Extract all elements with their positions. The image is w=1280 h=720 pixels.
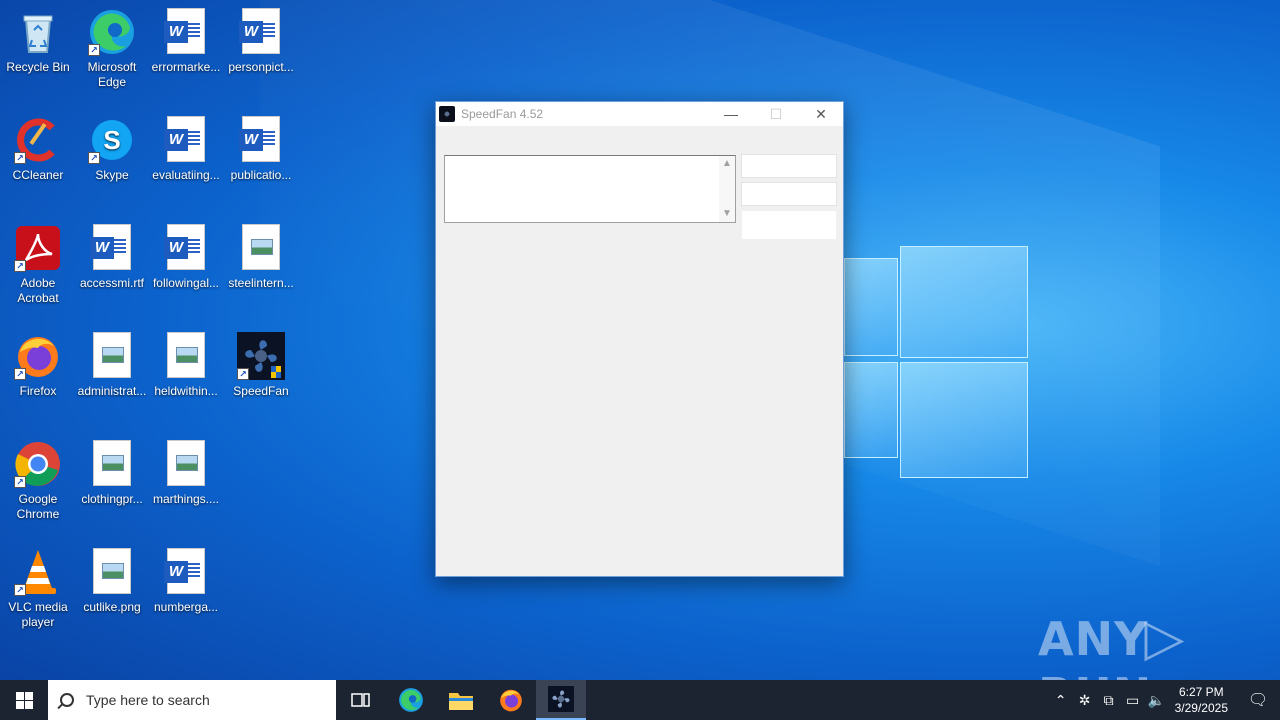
ccleaner-icon: ↗ (14, 116, 62, 164)
shortcut-arrow-icon: ↗ (14, 368, 26, 380)
clock-date: 3/29/2025 (1174, 701, 1228, 715)
image-file-icon (162, 440, 210, 488)
taskbar: Type here to search ⌃ ✲ ⧉ ▭ 🔈 6:27 PM 3/… (0, 680, 1280, 720)
svg-text:S: S (103, 125, 120, 155)
word-document-icon: W (237, 116, 285, 164)
desktop-icon-publicatio[interactable]: W publicatio... (223, 116, 299, 183)
firefox-icon (500, 689, 522, 712)
shortcut-arrow-icon: ↗ (14, 476, 26, 488)
skype-icon: S ↗ (88, 116, 136, 164)
image-file-icon (162, 332, 210, 380)
maximize-button[interactable]: ☐ (753, 102, 799, 126)
desktop-icon-speedfan[interactable]: ↗ SpeedFan (223, 332, 299, 399)
desktop-icon-accessmi[interactable]: W accessmi.rtf (74, 224, 150, 291)
side-button-1[interactable] (741, 154, 837, 178)
shortcut-arrow-icon: ↗ (237, 368, 249, 380)
desktop-icon-followingal[interactable]: W followingal... (148, 224, 224, 291)
speedfan-window[interactable]: SpeedFan 4.52 — ☐ ✕ ▲ ▼ (435, 101, 844, 577)
volume-icon[interactable]: 🔈 (1145, 692, 1169, 709)
desktop-icon-cutlike[interactable]: cutlike.png (74, 548, 150, 615)
task-view-icon (351, 693, 370, 707)
desktop-icon-steelintern[interactable]: steelintern... (223, 224, 299, 291)
taskbar-edge[interactable] (386, 680, 436, 720)
desktop-icon-evaluatiing[interactable]: W evaluatiing... (148, 116, 224, 183)
log-textarea[interactable]: ▲ ▼ (444, 155, 736, 223)
chevron-up-icon[interactable]: ⌃ (1049, 692, 1073, 709)
scroll-down-icon[interactable]: ▼ (719, 206, 735, 222)
image-file-icon (237, 224, 285, 272)
search-icon (60, 693, 74, 707)
desktop-icon-edge[interactable]: ↗ Microsoft Edge (74, 8, 150, 90)
word-document-icon: W (88, 224, 136, 272)
chrome-icon: ↗ (14, 440, 62, 488)
speedfan-tray-icon[interactable]: ✲ (1073, 692, 1097, 709)
desktop-icon-firefox[interactable]: ↗ Firefox (0, 332, 76, 399)
recycle-bin-icon (14, 8, 62, 56)
image-file-icon (88, 440, 136, 488)
network-icon[interactable]: ▭ (1121, 692, 1145, 709)
word-document-icon: W (162, 548, 210, 596)
word-document-icon: W (237, 8, 285, 56)
edge-icon (399, 688, 423, 712)
edge-icon: ↗ (88, 8, 136, 56)
taskbar-speedfan[interactable] (536, 680, 586, 720)
desktop-icon-vlc[interactable]: ↗ VLC media player (0, 548, 76, 630)
shortcut-arrow-icon: ↗ (14, 260, 26, 272)
firefox-icon: ↗ (14, 332, 62, 380)
desktop-icon-marthings[interactable]: marthings.... (148, 440, 224, 507)
start-button[interactable] (0, 680, 48, 720)
shortcut-arrow-icon: ↗ (88, 44, 100, 56)
desktop-icon-chrome[interactable]: ↗ Google Chrome (0, 440, 76, 522)
desktop-icon-administrat[interactable]: administrat... (74, 332, 150, 399)
acrobat-icon: ↗ (14, 224, 62, 272)
textarea-scrollbar[interactable]: ▲ ▼ (719, 156, 735, 222)
speedfan-icon (548, 686, 574, 712)
task-view-button[interactable] (336, 680, 386, 720)
desktop-icon-skype[interactable]: S ↗ Skype (74, 116, 150, 183)
taskbar-search-box[interactable]: Type here to search (48, 680, 336, 720)
windows-logo-wallpaper (838, 238, 1038, 488)
image-file-icon (88, 548, 136, 596)
desktop-icon-heldwithin[interactable]: heldwithin... (148, 332, 224, 399)
notification-center-icon[interactable]: 🗨 (1236, 680, 1280, 720)
desktop-icon-ccleaner[interactable]: ↗ CCleaner (0, 116, 76, 183)
window-titlebar[interactable]: SpeedFan 4.52 — ☐ ✕ (436, 102, 843, 126)
windows-start-icon (15, 691, 33, 709)
close-button[interactable]: ✕ (798, 102, 844, 126)
word-document-icon: W (162, 8, 210, 56)
shortcut-arrow-icon: ↗ (14, 152, 26, 164)
desktop-icon-clothingpr[interactable]: clothingpr... (74, 440, 150, 507)
speedfan-app-icon (439, 106, 455, 122)
side-button-2[interactable] (741, 182, 837, 206)
system-tray: ⌃ ✲ ⧉ ▭ 🔈 6:27 PM 3/29/2025 🗨 (1049, 680, 1280, 720)
device-icon[interactable]: ⧉ (1097, 692, 1121, 709)
speedfan-icon: ↗ (237, 332, 285, 380)
minimize-button[interactable]: — (708, 102, 754, 126)
scroll-up-icon[interactable]: ▲ (719, 156, 735, 172)
word-document-icon: W (162, 116, 210, 164)
desktop-icon-adobe-acrobat[interactable]: ↗ Adobe Acrobat (0, 224, 76, 306)
clock-time: 6:27 PM (1178, 685, 1224, 699)
window-title: SpeedFan 4.52 (461, 107, 544, 121)
taskbar-firefox[interactable] (486, 680, 536, 720)
desktop-icon-personpict[interactable]: W personpict... (223, 8, 299, 75)
folder-icon (449, 693, 473, 710)
desktop-icon-errormarke[interactable]: W errormarke... (148, 8, 224, 75)
vlc-icon: ↗ (14, 548, 62, 596)
shortcut-arrow-icon: ↗ (88, 152, 100, 164)
search-placeholder: Type here to search (86, 692, 210, 708)
desktop-icon-recycle-bin[interactable]: Recycle Bin (0, 8, 76, 75)
word-document-icon: W (162, 224, 210, 272)
desktop-icon-numberga[interactable]: W numberga... (148, 548, 224, 615)
side-button-3[interactable] (741, 210, 837, 240)
play-logo-icon: ▷ (1144, 608, 1186, 668)
shortcut-arrow-icon: ↗ (14, 584, 26, 596)
image-file-icon (88, 332, 136, 380)
taskbar-file-explorer[interactable] (436, 680, 486, 720)
clock[interactable]: 6:27 PM 3/29/2025 (1175, 684, 1228, 716)
